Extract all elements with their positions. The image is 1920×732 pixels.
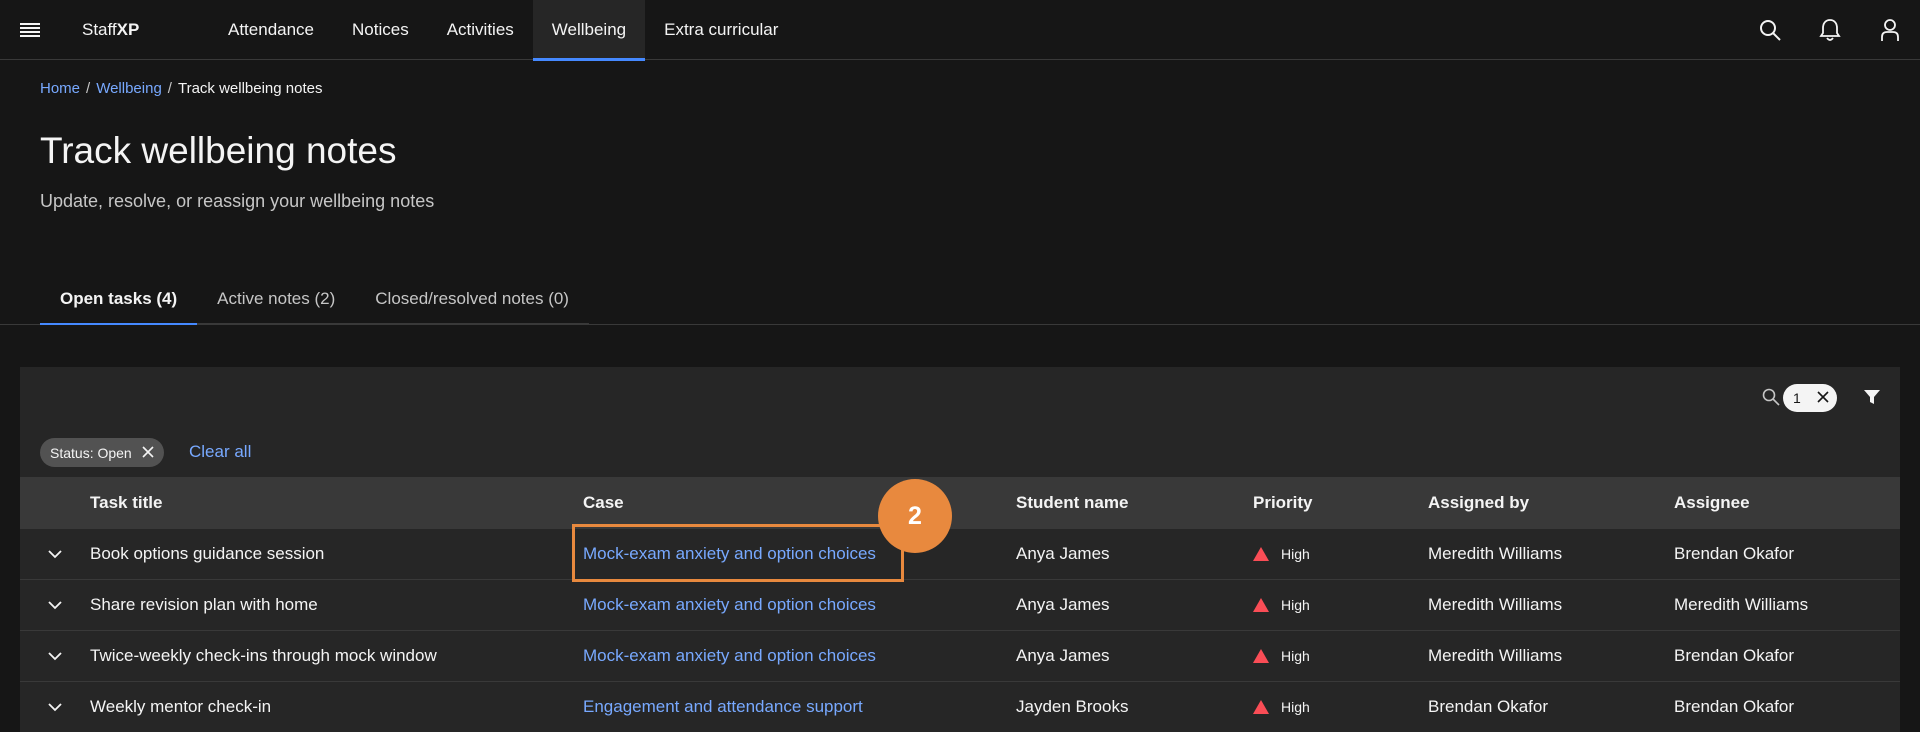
table-row[interactable]: Share revision plan with home Mock-exam … [20, 580, 1900, 631]
page-title: Track wellbeing notes [40, 130, 397, 171]
column-header-task-title[interactable]: Task title [90, 493, 162, 513]
warning-triangle-icon [1253, 598, 1269, 612]
main-nav: Attendance Notices Activities Wellbeing … [209, 0, 797, 61]
priority-label: High [1281, 546, 1310, 562]
warning-triangle-icon [1253, 700, 1269, 714]
table-search-icon[interactable] [1757, 383, 1785, 411]
priority-badge: High [1253, 648, 1310, 664]
student-name: Jayden Brooks [1016, 697, 1129, 716]
annotation-step-badge: 2 [878, 479, 952, 553]
tab-active-notes[interactable]: Active notes (2) [197, 275, 356, 325]
assignee: Brendan Okafor [1674, 697, 1795, 716]
priority-badge: High [1253, 546, 1310, 562]
student-name: Anya James [1016, 544, 1110, 563]
user-icon[interactable] [1860, 0, 1920, 59]
nav-item-wellbeing[interactable]: Wellbeing [532, 0, 646, 61]
breadcrumb-wellbeing[interactable]: Wellbeing [96, 80, 162, 97]
table-row[interactable]: Book options guidance session Mock-exam … [20, 529, 1900, 580]
brand-logo[interactable]: Staff XP [82, 0, 139, 59]
assigned-by: Meredith Williams [1428, 646, 1563, 665]
top-header: Staff XP Attendance Notices Activities We… [0, 0, 1920, 61]
nav-item-activities[interactable]: Activities [428, 0, 533, 60]
priority-badge: High [1253, 597, 1310, 613]
warning-triangle-icon [1253, 547, 1269, 561]
student-name: Anya James [1016, 595, 1110, 614]
assignee: Brendan Okafor [1674, 646, 1795, 665]
priority-label: High [1281, 648, 1310, 664]
brand-prefix: Staff [82, 19, 117, 39]
column-header-priority[interactable]: Priority [1253, 493, 1313, 513]
chevron-down-icon[interactable] [40, 692, 70, 722]
breadcrumb-home[interactable]: Home [40, 80, 80, 97]
close-icon[interactable] [1817, 390, 1829, 406]
assigned-by: Brendan Okafor [1428, 697, 1549, 716]
column-header-assigned-by[interactable]: Assigned by [1428, 493, 1529, 513]
tab-open-tasks[interactable]: Open tasks (4) [40, 275, 198, 325]
tasks-panel: 1 Status: Open Clear all Task title Case… [20, 367, 1900, 732]
filter-tag-status[interactable]: Status: Open [40, 438, 164, 467]
clear-all-link[interactable]: Clear all [189, 442, 251, 462]
tab-list: Open tasks (4) Active notes (2) Closed/r… [40, 275, 589, 325]
breadcrumb-separator: / [167, 80, 172, 97]
assigned-by: Meredith Williams [1428, 544, 1563, 563]
case-link[interactable]: Mock-exam anxiety and option choices [583, 646, 876, 666]
table-row[interactable]: Twice-weekly check-ins through mock wind… [20, 631, 1900, 682]
chevron-down-icon[interactable] [40, 539, 70, 569]
breadcrumb-separator: / [86, 80, 91, 97]
nav-item-extra-curricular[interactable]: Extra curricular [645, 0, 797, 60]
table-row[interactable]: Weekly mentor check-in Engagement and at… [20, 682, 1900, 732]
column-header-student-name[interactable]: Student name [1016, 493, 1128, 513]
search-count: 1 [1793, 390, 1801, 406]
chevron-down-icon[interactable] [40, 641, 70, 671]
assignee: Meredith Williams [1674, 595, 1809, 614]
filter-tag-label: Status: Open [50, 444, 132, 461]
search-count-pill[interactable]: 1 [1783, 384, 1837, 412]
notification-icon[interactable] [1800, 0, 1860, 59]
student-name: Anya James [1016, 646, 1110, 665]
priority-label: High [1281, 699, 1310, 715]
warning-triangle-icon [1253, 649, 1269, 663]
menu-icon[interactable] [0, 0, 60, 59]
table-header: Task title Case Student name Priority As… [20, 477, 1900, 529]
case-link[interactable]: Mock-exam anxiety and option choices [583, 595, 876, 615]
assigned-by: Meredith Williams [1428, 595, 1563, 614]
filter-icon[interactable] [1858, 383, 1886, 411]
close-icon[interactable] [142, 445, 154, 461]
header-actions [1740, 0, 1920, 59]
task-title: Weekly mentor check-in [90, 697, 272, 716]
search-icon[interactable] [1740, 0, 1800, 59]
chevron-down-icon[interactable] [40, 590, 70, 620]
column-header-case[interactable]: Case [583, 493, 624, 513]
case-link[interactable]: Engagement and attendance support [583, 697, 863, 717]
priority-badge: High [1253, 699, 1310, 715]
brand-suffix: XP [116, 19, 140, 39]
nav-item-notices[interactable]: Notices [333, 0, 428, 60]
task-title: Twice-weekly check-ins through mock wind… [90, 646, 437, 665]
task-title: Share revision plan with home [90, 595, 318, 614]
tab-closed-notes[interactable]: Closed/resolved notes (0) [355, 275, 589, 325]
assignee: Brendan Okafor [1674, 544, 1795, 563]
column-header-assignee[interactable]: Assignee [1674, 493, 1750, 513]
breadcrumb-current: Track wellbeing notes [177, 80, 323, 97]
priority-label: High [1281, 597, 1310, 613]
page-subtitle: Update, resolve, or reassign your wellbe… [40, 191, 435, 211]
tasks-table: Task title Case Student name Priority As… [20, 477, 1900, 732]
task-title: Book options guidance session [90, 544, 325, 563]
breadcrumb: Home / Wellbeing / Track wellbeing notes [40, 80, 322, 97]
nav-item-attendance[interactable]: Attendance [209, 0, 333, 60]
annotation-highlight-box [572, 524, 904, 582]
